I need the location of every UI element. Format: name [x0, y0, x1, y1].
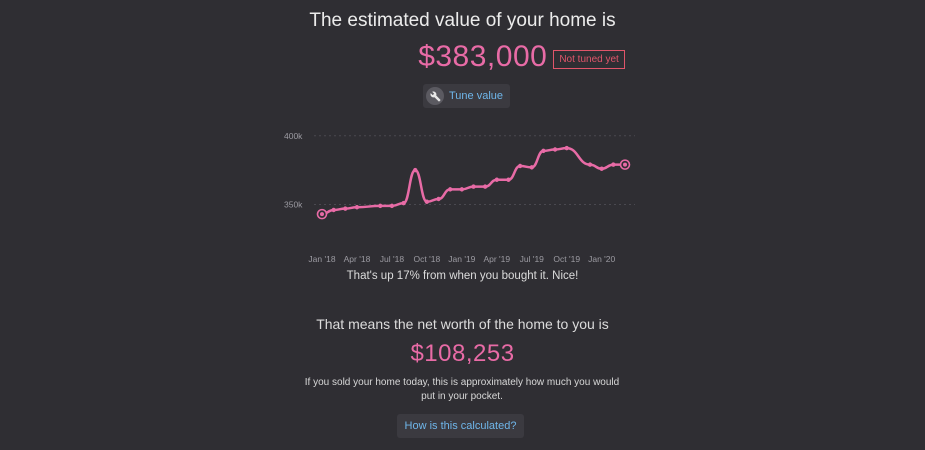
data-point: [611, 162, 616, 167]
value-row: $383,000 Not tuned yet: [0, 40, 925, 74]
data-point: [389, 203, 395, 209]
net-worth-value: $108,253: [410, 340, 515, 367]
data-point: [424, 199, 430, 204]
x-tick-label: Jul '19: [520, 254, 545, 264]
data-point: [482, 184, 488, 189]
x-tick-label: Jul '18: [380, 254, 405, 264]
data-point: [401, 200, 406, 206]
x-tick-label: Apr '19: [483, 254, 510, 264]
data-point: [447, 187, 453, 192]
data-point: [529, 165, 534, 170]
net-worth-heading: That means the net worth of the home to …: [316, 316, 609, 332]
data-point: [541, 148, 546, 154]
data-point: [413, 167, 418, 173]
x-tick-label: Jan '18: [308, 254, 335, 264]
x-tick-label: Jan '20: [588, 254, 615, 264]
data-point: [587, 162, 593, 167]
y-tick-label: 400k: [284, 131, 303, 141]
x-tick-label: Oct '19: [553, 254, 580, 264]
data-point: [494, 177, 500, 182]
page-headline: The estimated value of your home is: [309, 10, 616, 31]
endpoint-marker-dot: [623, 162, 627, 167]
data-point: [378, 203, 383, 209]
how-calculated-button[interactable]: How is this calculated?: [397, 414, 524, 438]
data-point: [331, 207, 336, 213]
tune-value-label: Tune value: [449, 90, 504, 102]
data-point: [517, 163, 523, 169]
tune-value-button[interactable]: Tune value: [423, 84, 511, 108]
data-point: [354, 205, 360, 210]
data-point: [459, 187, 465, 192]
y-tick-label: 350k: [284, 200, 303, 210]
data-point: [599, 166, 604, 171]
x-tick-label: Jan '19: [448, 254, 475, 264]
not-tuned-badge: Not tuned yet: [553, 49, 625, 69]
x-tick-label: Oct '18: [414, 254, 441, 264]
home-value-chart: 350k 400k Jan '18 Apr '18 Jul '18 Oct '18 Jan…: [284, 131, 635, 264]
x-tick-label: Apr '18: [344, 254, 371, 264]
change-message: That's up 17% from when you bought it. N…: [346, 270, 579, 282]
data-point: [436, 196, 441, 202]
data-point: [471, 184, 476, 189]
wrench-icon: [426, 87, 444, 105]
data-point: [552, 147, 558, 152]
home-value: $383,000: [418, 40, 548, 73]
data-point: [564, 145, 569, 151]
endpoint-marker-dot: [320, 212, 324, 217]
net-worth-explanation: If you sold your home today, this is app…: [304, 377, 620, 402]
data-point: [343, 206, 348, 211]
data-point: [506, 177, 511, 182]
